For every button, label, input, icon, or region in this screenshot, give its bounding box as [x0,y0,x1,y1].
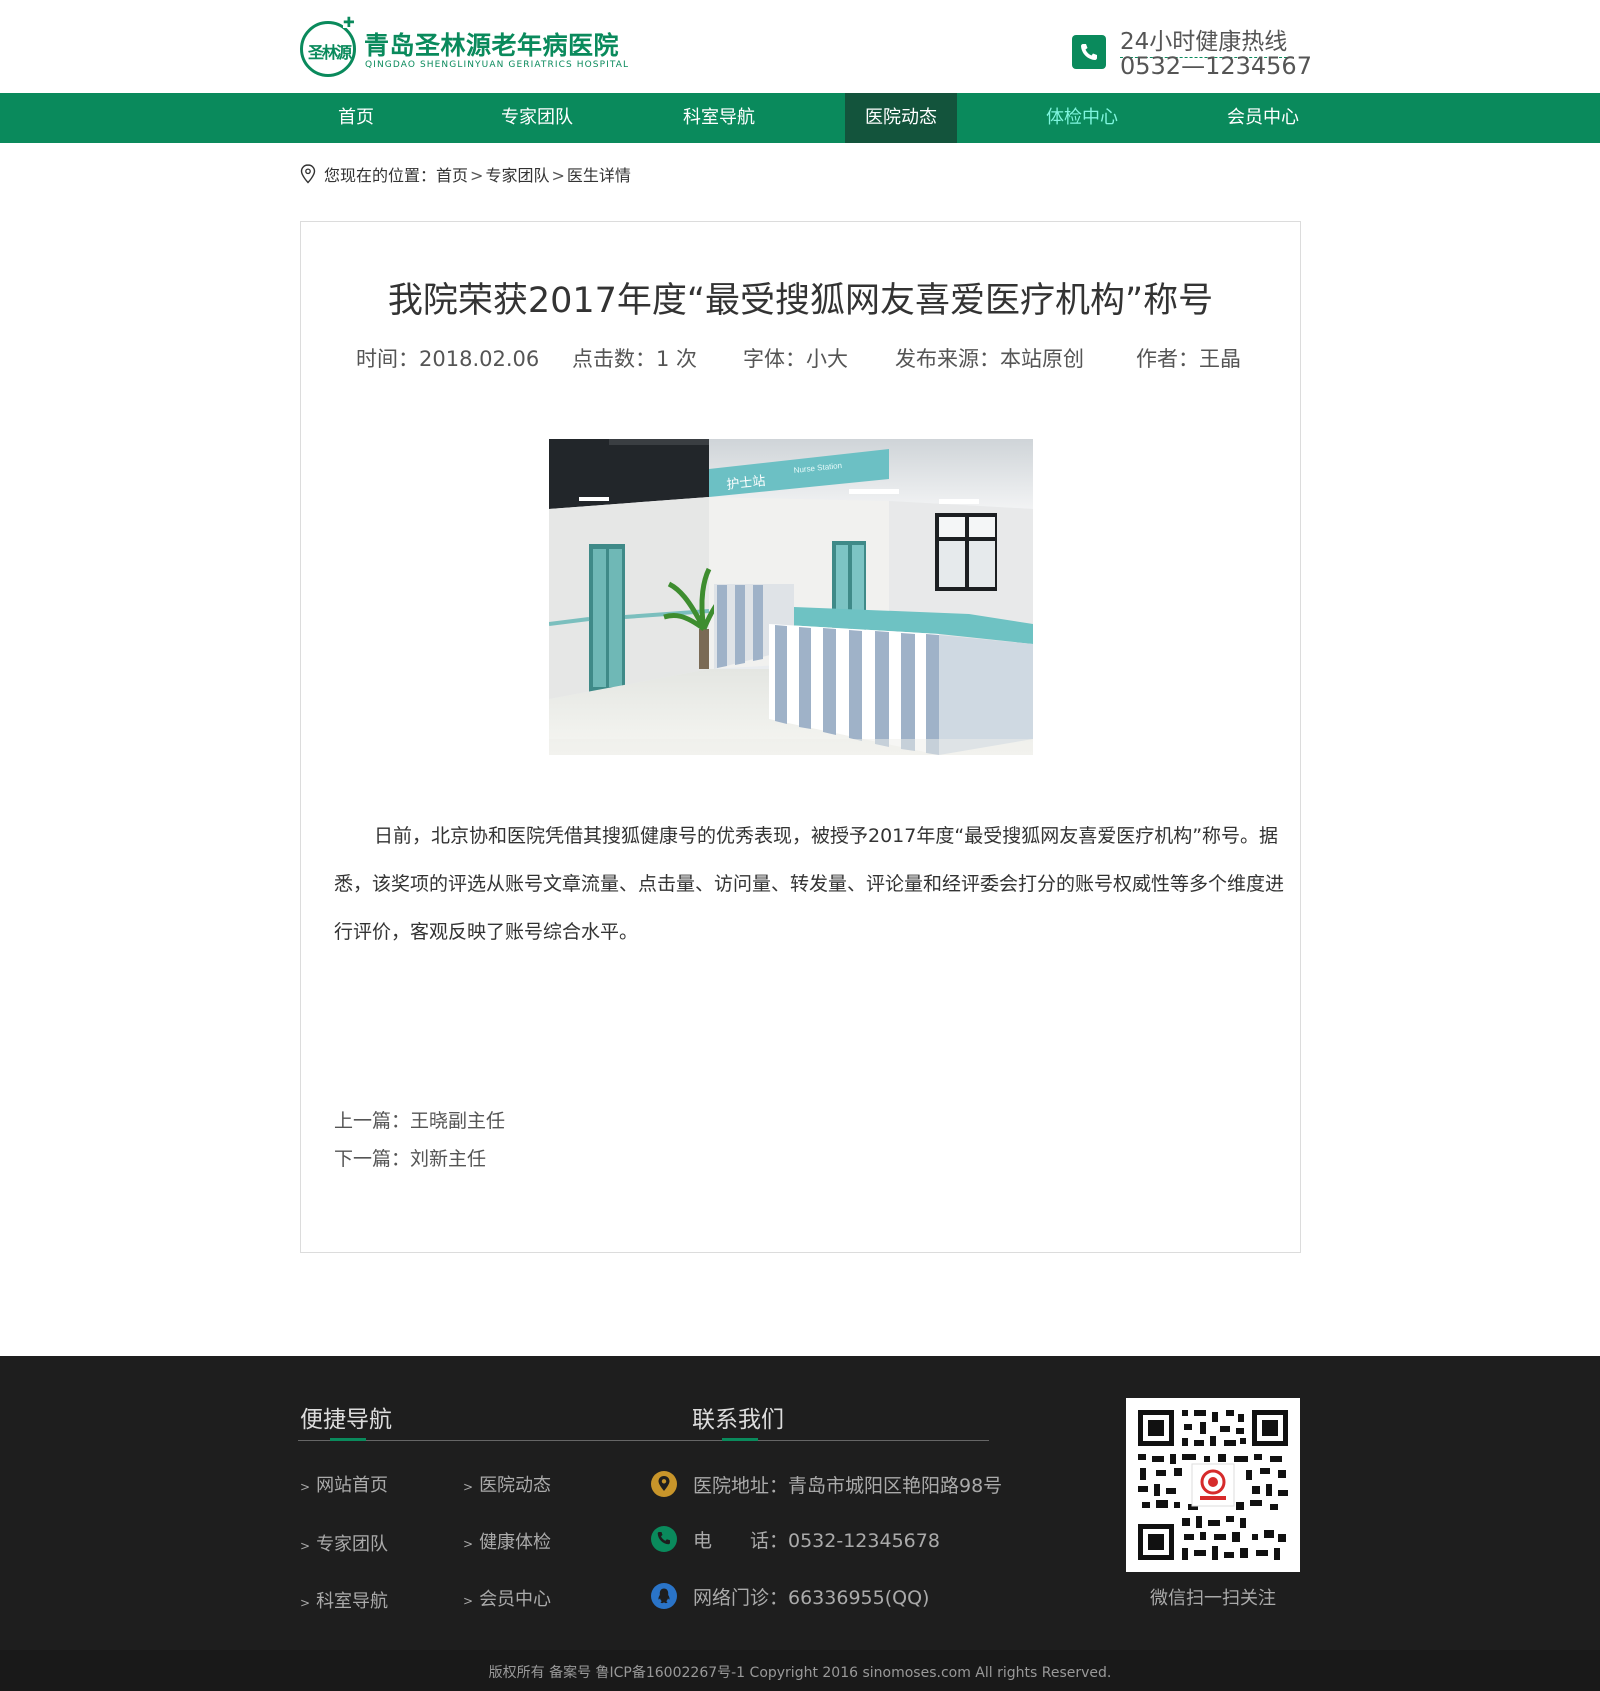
qq-icon [651,1583,677,1609]
hotline-number: 0532—1234567 [1120,52,1312,80]
nav-item-checkup[interactable]: 体检中心 [1026,93,1138,143]
footer-link-experts[interactable]: > 专家团队 [300,1530,388,1556]
phone-icon [1072,35,1106,69]
main-nav: 首页 专家团队 科室导航 医院动态 体检中心 会员中心 [0,93,1600,143]
footer-link-arrow: > [300,1480,311,1494]
copyright-text: 版权所有 备案号 鲁ICP备16002267号-1 Copyright 2016… [488,1665,1112,1681]
article-image: 护士站 Nurse Station [549,439,1033,755]
article-body-paragraph: 日前，北京协和医院凭借其搜狐健康号的优秀表现，被授予2017年度“最受搜狐网友喜… [334,825,1285,943]
breadcrumb-experts[interactable]: 专家团队 [485,166,549,185]
nav-item-members[interactable]: 会员中心 [1207,93,1319,143]
breadcrumb-home[interactable]: 首页 [436,166,468,185]
article-meta: 时间：2018.02.06 点击数：1 次 字体：小大 发布来源：本站原创 作者… [301,343,1300,373]
article-panel: 我院荣获2017年度“最受搜狐网友喜爱医疗机构”称号 时间：2018.02.06… [300,221,1301,1253]
logo-cross-icon: ✚ [343,15,355,31]
footer-link-arrow: > [300,1539,311,1553]
breadcrumb-prefix: 您现在的位置： [324,166,437,185]
location-pin-icon [300,164,316,184]
meta-source: 发布来源：本站原创 [895,347,1084,371]
hotline: 24小时健康热线 0532—1234567 [1072,22,1312,82]
footer-nav-title-underline [330,1438,366,1441]
footer-contact-title: 联系我们 [692,1407,784,1433]
prev-article-link[interactable]: 上一篇：王晓副主任 [334,1106,505,1133]
next-article-link[interactable]: 下一篇：刘新主任 [334,1144,486,1171]
meta-time: 时间：2018.02.06 [356,347,540,371]
breadcrumb-doctor-detail[interactable]: 医生详情 [567,166,631,185]
footer-link-arrow: > [300,1596,311,1610]
footer-link-arrow: > [463,1594,474,1608]
nav-item-home[interactable]: 首页 [300,93,412,143]
logo-badge-icon: 圣林源 ✚ [300,15,356,77]
site-footer: 便捷导航 联系我们 > 网站首页 > 医院动态 > 专家团队 > 健康体检 > 科室导航 … [0,1356,1600,1691]
logo-badge-text: 圣林源 [308,43,352,62]
breadcrumb-separator: > [551,166,565,185]
qr-caption: 微信扫一扫关注 [1150,1588,1276,1609]
location-icon [651,1471,677,1497]
nav-item-departments[interactable]: 科室导航 [663,93,775,143]
phone-icon [651,1526,677,1552]
nav-item-experts[interactable]: 专家团队 [481,93,593,143]
article-title: 我院荣获2017年度“最受搜狐网友喜爱医疗机构”称号 [387,281,1214,321]
footer-link-arrow: > [463,1537,474,1551]
footer-nav-title: 便捷导航 [300,1407,392,1433]
article-body: 日前，北京协和医院凭借其搜狐健康号的优秀表现，被授予2017年度“最受搜狐网友喜… [334,812,1284,956]
logo-name-en: QINGDAO SHENGLINYUAN GERIATRICS HOSPITAL [365,60,630,70]
hospital-logo[interactable]: 圣林源 ✚ 青岛圣林源老年病医院 QINGDAO SHENGLINYUAN GE… [300,15,630,78]
meta-font-size[interactable]: 字体：小大 [743,343,848,373]
footer-link-home[interactable]: > 网站首页 [300,1471,388,1497]
meta-author: 作者：王晶 [1136,347,1241,371]
footer-contact-title-underline [722,1438,758,1441]
site-header: 圣林源 ✚ 青岛圣林源老年病医院 QINGDAO SHENGLINYUAN GE… [0,0,1600,92]
copyright-bar: 版权所有 备案号 鲁ICP备16002267号-1 Copyright 2016… [0,1650,1600,1691]
nav-item-news[interactable]: 医院动态 [845,93,957,143]
breadcrumb-separator: > [470,166,484,185]
meta-clicks: 点击数：1 次 [572,347,698,371]
footer-link-members[interactable]: > 会员中心 [463,1585,551,1611]
logo-name-cn: 青岛圣林源老年病医院 [364,31,620,60]
footer-link-news[interactable]: > 医院动态 [463,1471,551,1497]
footer-link-checkup[interactable]: > 健康体检 [463,1528,551,1554]
footer-link-departments[interactable]: > 科室导航 [300,1587,388,1613]
footer-link-arrow: > [463,1480,474,1494]
wechat-qr-code [1126,1398,1300,1572]
footer-divider [298,1440,989,1441]
